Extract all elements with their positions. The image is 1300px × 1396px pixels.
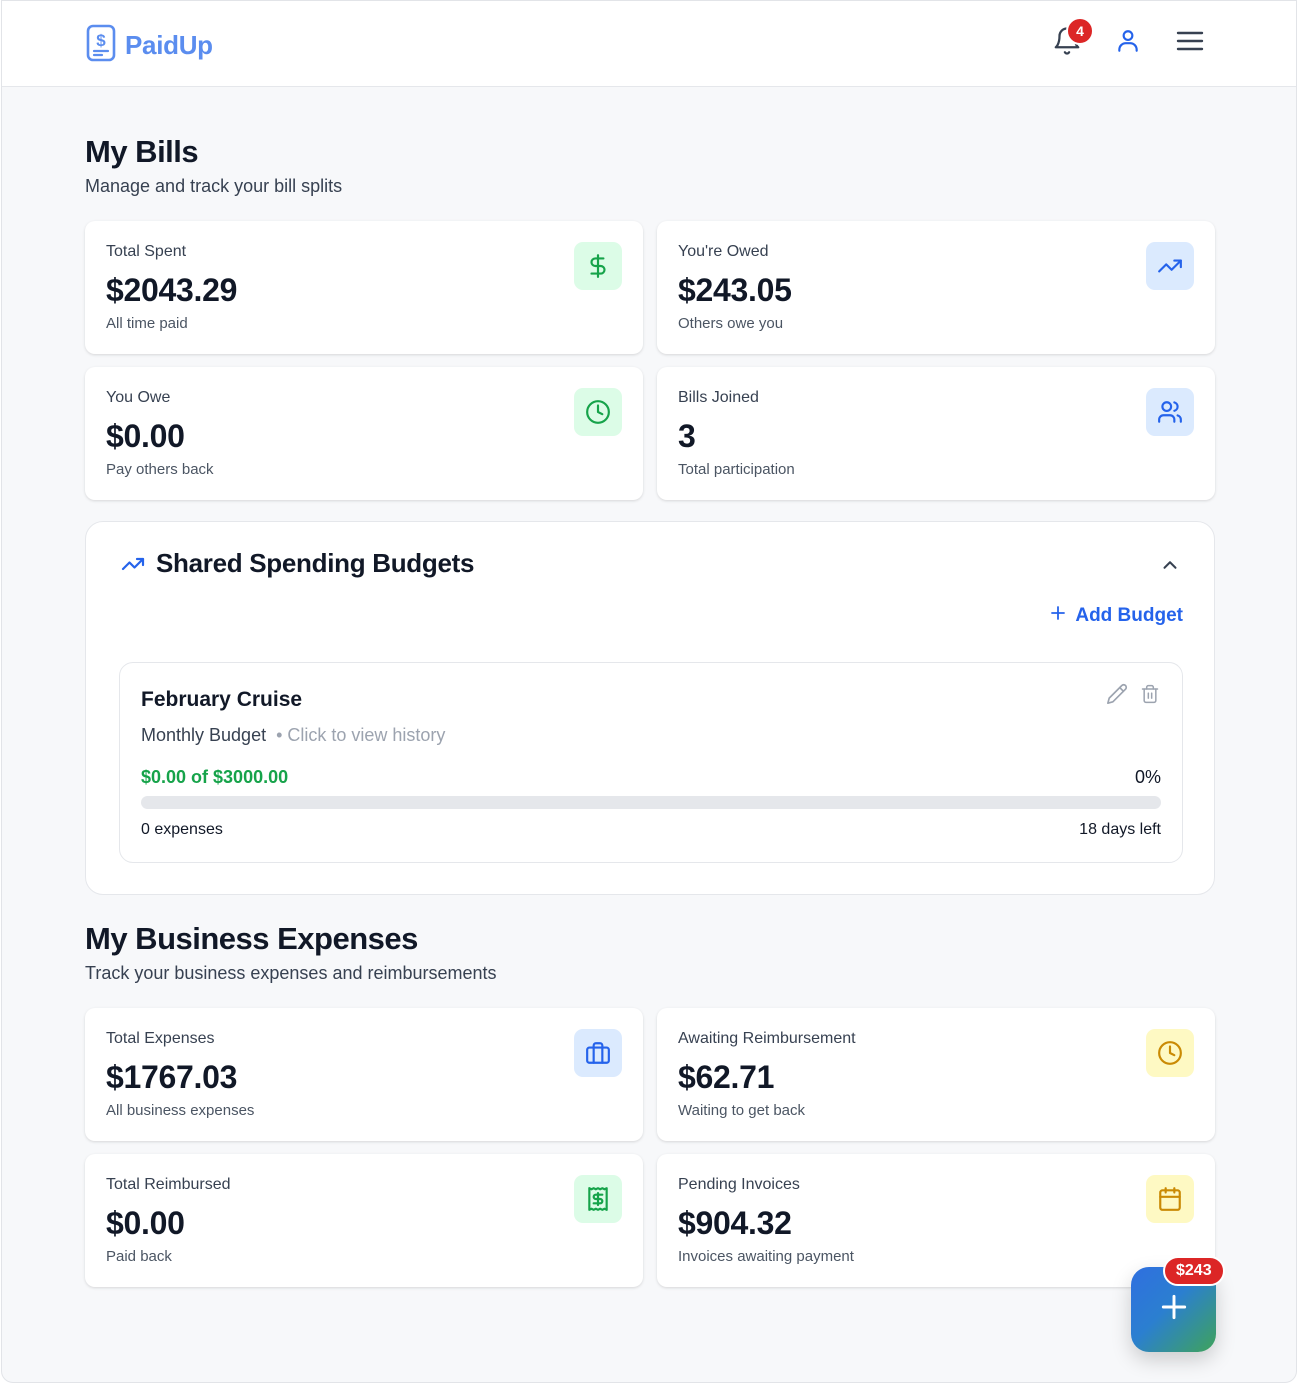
stat-value: $62.71	[678, 1059, 775, 1095]
svg-text:$: $	[96, 31, 106, 50]
trending-up-icon	[119, 552, 147, 581]
user-icon	[1115, 27, 1141, 60]
plus-icon	[1158, 1291, 1190, 1328]
stat-card-you-owe: You Owe $0.00 Pay others back	[85, 367, 643, 500]
stat-card-total-expenses: Total Expenses $1767.03 All business exp…	[85, 1008, 643, 1141]
budgets-title: Shared Spending Budgets	[156, 548, 475, 578]
stat-value: $904.32	[678, 1205, 792, 1241]
stat-note: All time paid	[106, 315, 188, 332]
stat-label: Total Reimbursed	[106, 1176, 231, 1193]
business-section-title: My Business Expenses	[85, 921, 418, 956]
stat-card-youre-owed: You're Owed $243.05 Others owe you	[657, 221, 1215, 354]
stat-value: $1767.03	[106, 1059, 238, 1095]
stat-label: Bills Joined	[678, 389, 759, 406]
stat-value: $0.00	[106, 1205, 185, 1241]
stat-label: Pending Invoices	[678, 1176, 800, 1193]
collapse-chevron-up-icon[interactable]	[1159, 554, 1181, 581]
calendar-icon	[1146, 1175, 1194, 1223]
stat-note: Invoices awaiting payment	[678, 1248, 854, 1265]
stat-card-total-spent: Total Spent $2043.29 All time paid	[85, 221, 643, 354]
stat-note: Others owe you	[678, 315, 784, 332]
budget-name: February Cruise	[141, 688, 303, 711]
stat-label: Awaiting Reimbursement	[678, 1030, 856, 1047]
budget-progress-bar	[141, 796, 1161, 809]
stat-label: Total Expenses	[106, 1030, 215, 1047]
bills-section-title: My Bills	[85, 134, 199, 169]
logo[interactable]: $ PaidUp	[85, 23, 213, 68]
hamburger-menu-icon	[1176, 29, 1204, 58]
budget-period: Monthly Budget	[141, 725, 267, 745]
business-section-subtitle: Track your business expenses and reimbur…	[85, 963, 497, 983]
trash-icon[interactable]	[1140, 683, 1160, 710]
bills-section-subtitle: Manage and track your bill splits	[85, 176, 343, 196]
budget-subtitle: Monthly Budget • Click to view history	[141, 725, 445, 746]
stat-note: Pay others back	[106, 461, 214, 478]
stat-card-total-reimbursed: Total Reimbursed $0.00 Paid back	[85, 1154, 643, 1287]
stat-card-awaiting-reimbursement: Awaiting Reimbursement $62.71 Waiting to…	[657, 1008, 1215, 1141]
budget-expense-count: 0 expenses	[141, 821, 223, 838]
stat-value: 3	[678, 418, 696, 454]
stat-value: $2043.29	[106, 272, 238, 308]
fab-amount-badge: $243	[1163, 1256, 1225, 1286]
stat-label: You're Owed	[678, 243, 769, 260]
budget-percent: 0%	[1134, 767, 1161, 787]
app-name: PaidUp	[125, 30, 213, 60]
pencil-edit-icon[interactable]	[1106, 683, 1128, 710]
trending-up-icon	[1146, 242, 1194, 290]
clock-icon	[574, 388, 622, 436]
budget-days-left: 18 days left	[1079, 821, 1161, 838]
notification-count-badge: 4	[1066, 17, 1094, 45]
stat-note: Total participation	[678, 461, 795, 478]
shared-budgets-panel: Shared Spending Budgets Add Budget Febru…	[85, 521, 1215, 895]
stat-label: Total Spent	[106, 243, 187, 260]
clock-icon	[1146, 1029, 1194, 1077]
app-frame: $ PaidUp 4 My Bills Manage and track you…	[1, 0, 1297, 1383]
add-budget-button[interactable]: Add Budget	[1049, 604, 1183, 628]
stat-card-bills-joined: Bills Joined 3 Total participation	[657, 367, 1215, 500]
menu-button[interactable]	[1172, 25, 1208, 61]
stat-card-pending-invoices: Pending Invoices $904.32 Invoices awaiti…	[657, 1154, 1215, 1287]
stat-label: You Owe	[106, 389, 171, 406]
budget-actions	[1106, 683, 1160, 710]
top-navbar: $ PaidUp 4	[2, 1, 1296, 87]
stat-note: Waiting to get back	[678, 1102, 806, 1119]
stat-value: $0.00	[106, 418, 185, 454]
receipt-icon	[574, 1175, 622, 1223]
budget-card[interactable]: February Cruise Monthly Budget • Click t…	[119, 662, 1183, 863]
plus-icon	[1049, 604, 1067, 628]
stat-note: Paid back	[106, 1248, 172, 1265]
stat-note: All business expenses	[106, 1102, 255, 1119]
users-icon	[1146, 388, 1194, 436]
dollar-icon	[574, 242, 622, 290]
stat-value: $243.05	[678, 272, 792, 308]
briefcase-icon	[574, 1029, 622, 1077]
budget-amount: $0.00 of $3000.00	[141, 767, 289, 787]
add-budget-label: Add Budget	[1075, 605, 1183, 626]
receipt-logo-icon: $	[85, 23, 119, 68]
profile-button[interactable]	[1110, 25, 1146, 61]
view-history-link[interactable]: • Click to view history	[276, 725, 445, 746]
